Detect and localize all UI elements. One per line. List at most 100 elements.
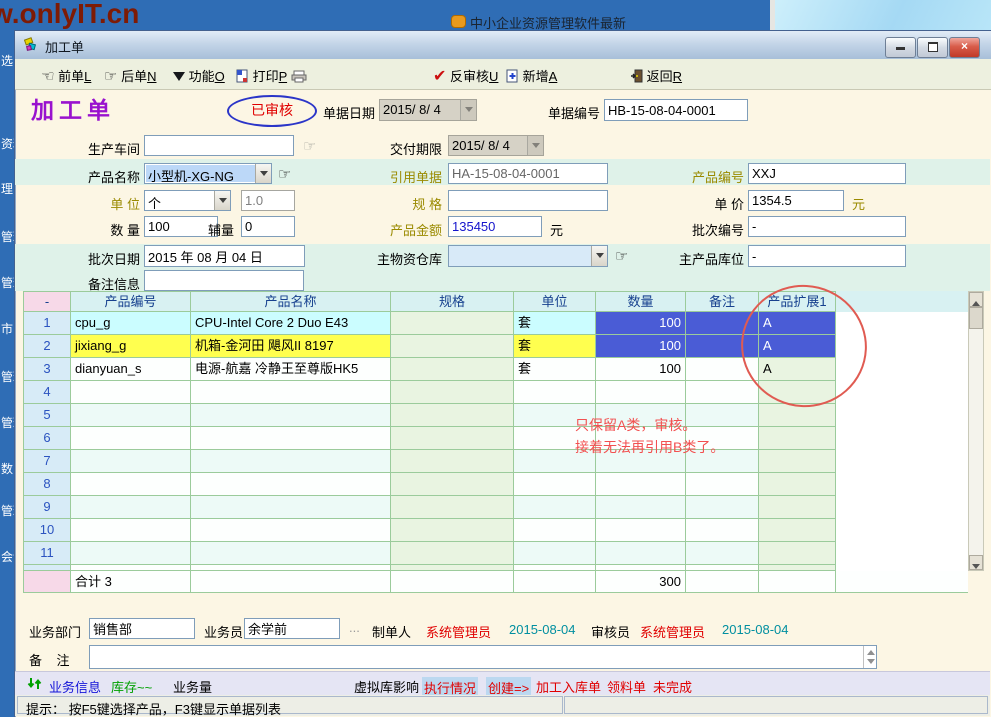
cell-product-code[interactable] bbox=[71, 519, 191, 542]
cell-ext[interactable] bbox=[759, 519, 836, 542]
cell-spec[interactable] bbox=[391, 335, 514, 358]
row-number-cell[interactable]: 9 bbox=[23, 496, 71, 519]
biz-info-link[interactable]: 业务信息 bbox=[49, 677, 101, 696]
unaudit-button[interactable]: ✔ 反审核U bbox=[433, 66, 498, 86]
cell-ext[interactable] bbox=[759, 473, 836, 496]
ref-doc-input[interactable] bbox=[448, 163, 608, 184]
stock-link[interactable]: 库存~~ bbox=[111, 677, 152, 696]
doc-no-input[interactable] bbox=[604, 99, 748, 121]
next-doc-button[interactable]: ☞ 后单N bbox=[104, 66, 156, 85]
row-number-cell[interactable]: 1 bbox=[23, 312, 71, 335]
cell-note[interactable] bbox=[686, 496, 759, 519]
cell-product-name[interactable] bbox=[191, 404, 391, 427]
cell-spec[interactable] bbox=[391, 312, 514, 335]
biz-qty-link[interactable]: 业务量 bbox=[173, 677, 212, 696]
cell-product-name[interactable] bbox=[191, 381, 391, 404]
cell-note[interactable] bbox=[686, 542, 759, 565]
cell-product-code[interactable]: dianyuan_s bbox=[71, 358, 191, 381]
column-header[interactable]: 数量 bbox=[596, 291, 686, 312]
cell-qty[interactable] bbox=[596, 381, 686, 404]
chevron-down-icon[interactable] bbox=[591, 246, 607, 266]
cell-product-name[interactable] bbox=[191, 473, 391, 496]
cell-note[interactable] bbox=[686, 519, 759, 542]
grid-scrollbar[interactable] bbox=[968, 291, 984, 571]
chevron-down-icon[interactable] bbox=[214, 191, 230, 210]
cell-spec[interactable] bbox=[391, 496, 514, 519]
picker-hand-icon[interactable]: ☞ bbox=[278, 165, 291, 183]
cell-spec[interactable] bbox=[391, 450, 514, 473]
row-number-cell[interactable]: 5 bbox=[23, 404, 71, 427]
cell-spec[interactable] bbox=[391, 404, 514, 427]
chevron-down-icon[interactable] bbox=[255, 164, 271, 183]
chevron-down-icon[interactable] bbox=[527, 136, 543, 155]
cell-qty[interactable] bbox=[596, 473, 686, 496]
cell-qty[interactable] bbox=[596, 542, 686, 565]
unit-combobox[interactable]: 个 bbox=[144, 190, 231, 211]
cell-ext[interactable] bbox=[759, 450, 836, 473]
cell-product-code[interactable] bbox=[71, 473, 191, 496]
scroll-up-button[interactable] bbox=[969, 292, 983, 307]
return-button[interactable]: 返回R bbox=[631, 66, 682, 85]
main-location-input[interactable] bbox=[748, 245, 906, 267]
cell-product-name[interactable] bbox=[191, 427, 391, 450]
cell-product-name[interactable] bbox=[191, 496, 391, 519]
close-button[interactable]: × bbox=[949, 37, 980, 58]
batch-no-input[interactable] bbox=[748, 216, 906, 237]
window-titlebar[interactable]: 加工单 × bbox=[15, 31, 991, 60]
cell-product-code[interactable] bbox=[71, 404, 191, 427]
doc-date-combobox[interactable]: 2015/ 8/ 4 bbox=[379, 99, 477, 121]
salesman-input[interactable] bbox=[244, 618, 340, 639]
price-input[interactable] bbox=[748, 190, 844, 211]
cell-product-code[interactable]: cpu_g bbox=[71, 312, 191, 335]
refresh-icon[interactable] bbox=[27, 676, 42, 691]
cell-qty[interactable]: 100 bbox=[596, 312, 686, 335]
cell-ext[interactable] bbox=[759, 404, 836, 427]
add-new-button[interactable]: 新增A bbox=[506, 66, 557, 85]
main-warehouse-combobox[interactable] bbox=[448, 245, 608, 267]
cell-spec[interactable] bbox=[391, 381, 514, 404]
spec-input[interactable] bbox=[448, 190, 608, 211]
amount-input[interactable] bbox=[448, 216, 542, 237]
cell-spec[interactable] bbox=[391, 519, 514, 542]
cell-product-name[interactable] bbox=[191, 542, 391, 565]
unit-factor-input[interactable] bbox=[241, 190, 295, 211]
cell-product-code[interactable] bbox=[71, 381, 191, 404]
cell-unit[interactable] bbox=[514, 519, 596, 542]
cell-product-name[interactable]: 电源-航嘉 冷静王至尊版HK5 bbox=[191, 358, 391, 381]
row-number-cell[interactable]: 6 bbox=[23, 427, 71, 450]
column-header[interactable]: 规格 bbox=[391, 291, 514, 312]
row-number-cell[interactable]: 10 bbox=[23, 519, 71, 542]
cell-qty[interactable]: 100 bbox=[596, 335, 686, 358]
cell-product-code[interactable] bbox=[71, 450, 191, 473]
product-code-input[interactable] bbox=[748, 163, 906, 184]
cell-unit[interactable]: 套 bbox=[514, 358, 596, 381]
row-number-cell[interactable]: 4 bbox=[23, 381, 71, 404]
cell-note[interactable] bbox=[686, 473, 759, 496]
cell-product-name[interactable] bbox=[191, 450, 391, 473]
chevron-down-icon[interactable] bbox=[460, 100, 476, 120]
cell-spec[interactable] bbox=[391, 542, 514, 565]
row-number-cell[interactable]: 3 bbox=[23, 358, 71, 381]
row-number-cell[interactable]: 11 bbox=[23, 542, 71, 565]
column-header[interactable]: 单位 bbox=[514, 291, 596, 312]
workshop-input[interactable] bbox=[144, 135, 294, 156]
row-number-cell[interactable]: 7 bbox=[23, 450, 71, 473]
row-number-cell[interactable]: 2 bbox=[23, 335, 71, 358]
column-header[interactable]: 备注 bbox=[686, 291, 759, 312]
cell-unit[interactable] bbox=[514, 473, 596, 496]
minimize-button[interactable] bbox=[885, 37, 916, 58]
column-header[interactable]: 产品名称 bbox=[191, 291, 391, 312]
cell-spec[interactable] bbox=[391, 358, 514, 381]
prev-doc-button[interactable]: ☞ 前单L bbox=[41, 66, 91, 85]
scroll-down-button[interactable] bbox=[969, 555, 983, 570]
dept-input[interactable] bbox=[89, 618, 195, 639]
aux-qty-input[interactable] bbox=[241, 216, 295, 237]
cell-unit[interactable]: 套 bbox=[514, 312, 596, 335]
remark-info-input[interactable] bbox=[144, 270, 304, 291]
footer-remark-input[interactable] bbox=[89, 645, 877, 669]
material-doc-link[interactable]: 领料单 bbox=[607, 677, 646, 696]
functions-button[interactable]: 功能O bbox=[173, 66, 225, 85]
scroll-thumb[interactable] bbox=[969, 307, 983, 329]
cell-qty[interactable] bbox=[596, 519, 686, 542]
cell-product-name[interactable]: CPU-Intel Core 2 Duo E43 bbox=[191, 312, 391, 335]
